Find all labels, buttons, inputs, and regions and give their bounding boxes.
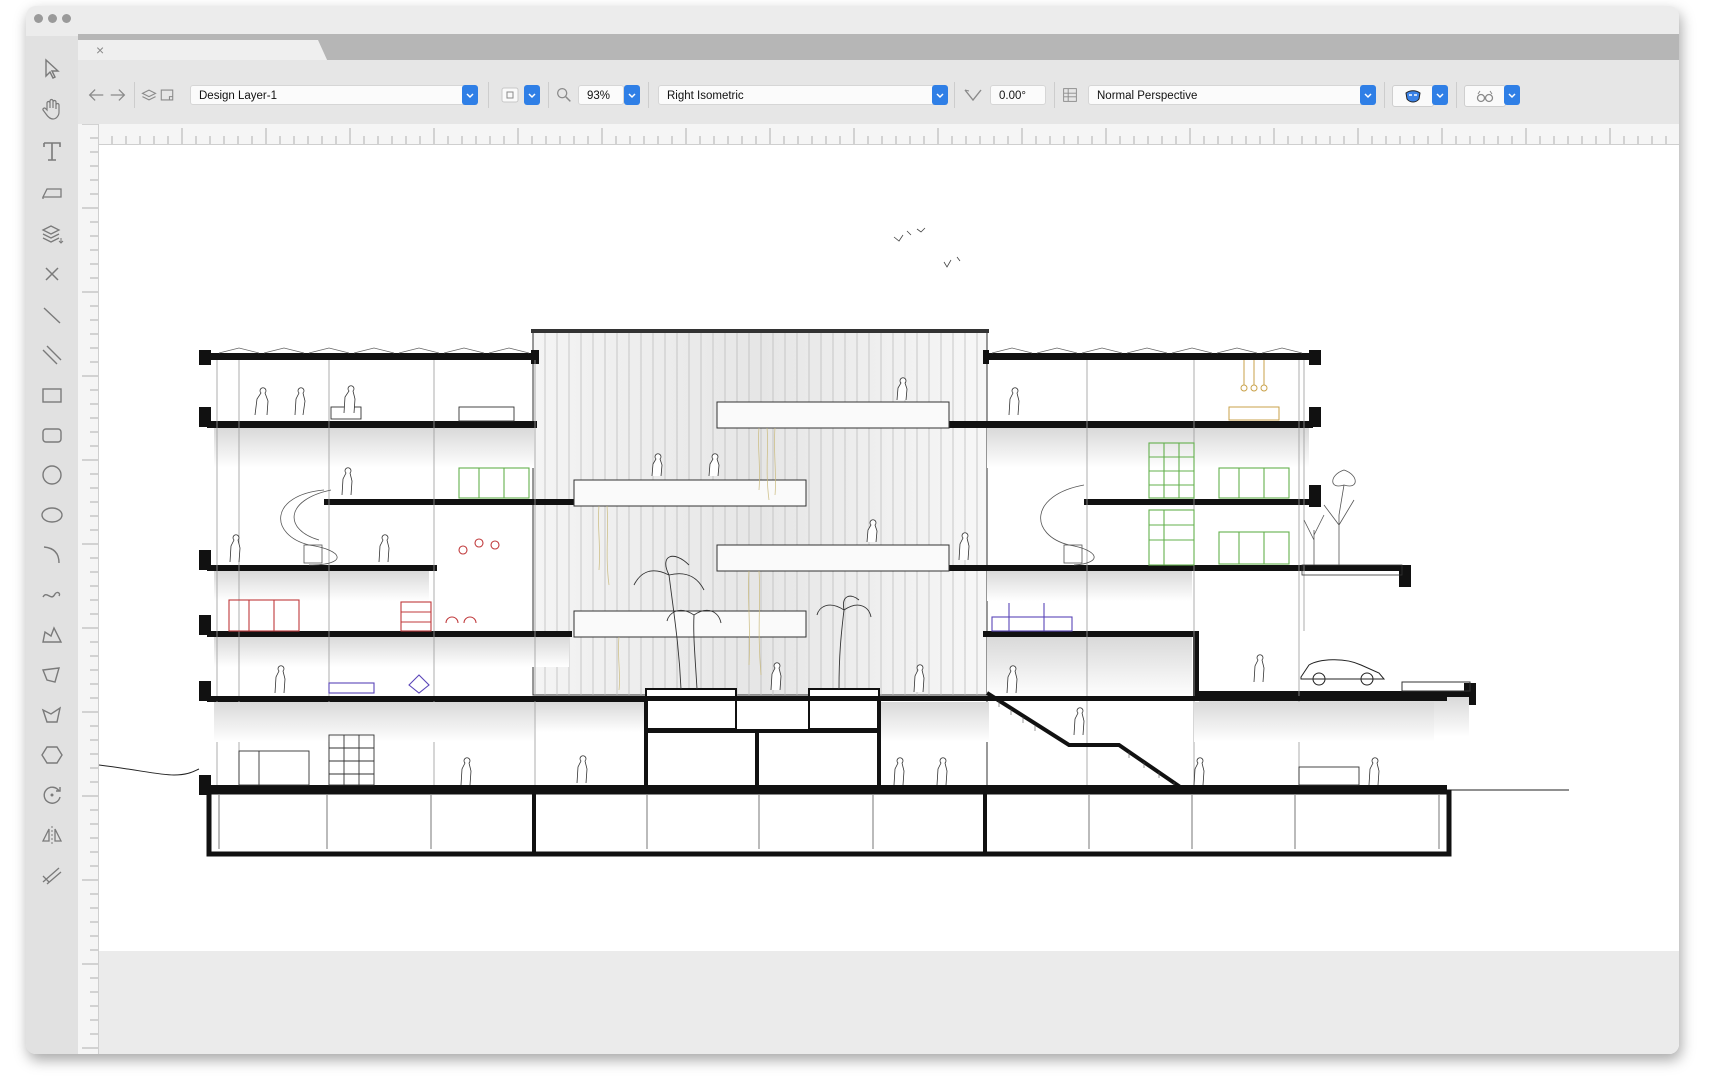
selection-arrow-icon[interactable] [38,56,66,82]
rotation-field[interactable]: 0.00° [990,85,1046,105]
double-line-icon[interactable] [38,342,66,368]
rectangle-icon[interactable] [38,382,66,408]
oval-icon[interactable] [38,502,66,528]
zoom-field[interactable]: 93% [578,85,624,105]
glasses-icon[interactable] [1464,85,1506,107]
window-close-dot[interactable] [34,14,43,23]
layer-dropdown[interactable] [462,85,478,105]
grid-icon[interactable] [1060,84,1080,106]
car [1300,659,1386,686]
projection-select[interactable]: Normal Perspective [1088,85,1372,105]
view-dropdown[interactable] [932,85,948,105]
horizontal-ruler[interactable] [98,124,1679,145]
canvas-margin [99,951,1679,1054]
tab-close-icon[interactable]: × [96,42,104,58]
mirror-icon[interactable] [38,822,66,848]
view-select[interactable]: Right Isometric [658,85,946,105]
render-mode-dropdown[interactable] [524,85,540,105]
sheet-icon[interactable] [158,84,176,106]
polygon-icon[interactable] [38,662,66,688]
glasses-dropdown[interactable] [1504,85,1520,105]
pan-hand-icon[interactable] [38,96,66,122]
forward-arrow-icon[interactable] [108,84,128,106]
dimension-icon[interactable] [38,862,66,888]
angle-icon[interactable] [960,84,986,106]
flyover-icon[interactable] [38,179,66,205]
building-section-drawing [99,227,1569,857]
arc-icon[interactable] [38,542,66,568]
layer-stack-icon[interactable] [38,220,66,246]
window-minimize-dot[interactable] [48,14,57,23]
back-arrow-icon[interactable] [86,84,106,106]
mask-dropdown[interactable] [1432,85,1448,105]
view-bar: Design Layer-1 93% Right Isometric 0.00°… [78,60,1679,124]
render-mode-icon[interactable] [498,84,522,106]
text-tool-icon[interactable] [38,138,66,164]
multi-polygon-icon[interactable] [38,702,66,728]
window-zoom-dot[interactable] [62,14,71,23]
drawing-canvas[interactable] [99,145,1679,1054]
zoom-icon[interactable] [554,84,574,106]
gold-lamps [1228,360,1280,421]
layer-select[interactable]: Design Layer-1 [190,85,468,105]
hexagon-icon[interactable] [38,742,66,768]
rounded-rectangle-icon[interactable] [38,422,66,448]
mask-icon[interactable] [1392,85,1434,107]
trees [1303,469,1356,565]
layer-icon[interactable] [140,84,158,106]
zoom-dropdown[interactable] [624,85,640,105]
vertical-ruler[interactable] [78,124,99,1054]
birds [893,227,961,268]
tool-palette [26,36,78,1054]
close-x-icon[interactable] [38,261,66,287]
tab-strip: × [78,34,1679,62]
title-bar [26,6,1679,36]
app-window: × Design Layer-1 93% Right Isometric 0.0… [26,6,1679,1054]
document-tab[interactable]: × [78,40,328,62]
polyline-icon[interactable] [38,622,66,648]
line-icon[interactable] [38,302,66,328]
freehand-icon[interactable] [38,582,66,608]
rotate-icon[interactable] [38,782,66,808]
projection-dropdown[interactable] [1360,85,1376,105]
circle-icon[interactable] [38,462,66,488]
